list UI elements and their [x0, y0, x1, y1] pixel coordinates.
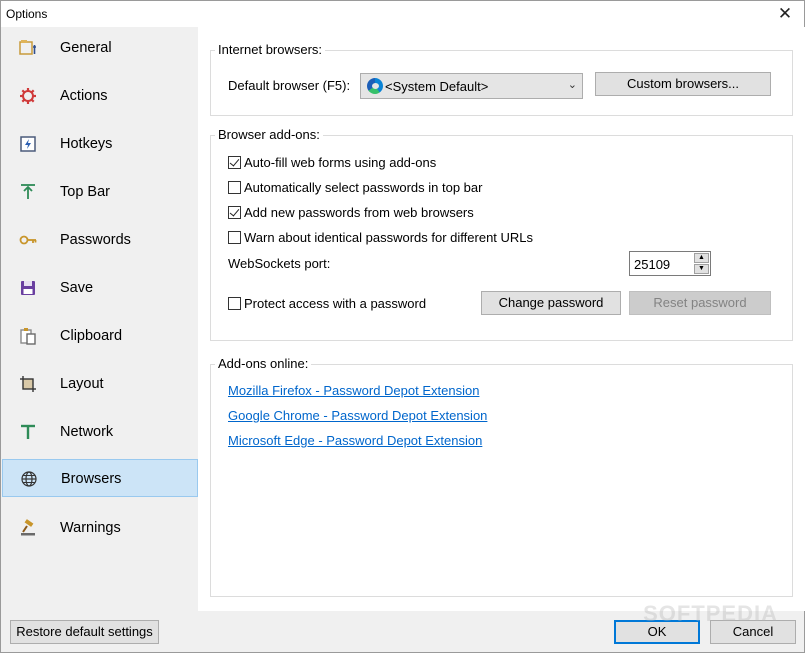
stepper-down-icon[interactable]: ▼: [694, 264, 709, 274]
chevron-down-icon: ⌄: [567, 79, 577, 91]
stepper-up-icon[interactable]: ▲: [694, 253, 709, 263]
edge-extension-link[interactable]: Microsoft Edge - Password Depot Extensio…: [228, 433, 482, 448]
sidebar-item-network[interactable]: Network: [2, 413, 198, 451]
auto-select-checkbox[interactable]: Automatically select passwords in top ba…: [228, 180, 482, 195]
addons-online-title: Add-ons online:: [215, 356, 312, 371]
network-icon: [18, 422, 38, 442]
top-bar-icon: [18, 182, 38, 202]
clipboard-icon: [18, 326, 38, 346]
port-stepper: ▲ ▼: [694, 253, 709, 274]
protect-access-label: Protect access with a password: [244, 296, 427, 311]
autofill-label: Auto-fill web forms using add-ons: [244, 155, 437, 170]
sidebar-item-layout[interactable]: Layout: [2, 365, 198, 403]
gear-icon: [18, 86, 38, 106]
sidebar-item-label: Actions: [60, 88, 108, 104]
edge-browser-icon: [367, 78, 383, 94]
sidebar-item-warnings[interactable]: Warnings: [2, 509, 198, 547]
title-bar: Options ✕: [1, 1, 804, 27]
gavel-icon: [18, 518, 38, 538]
checkbox-unchecked[interactable]: [228, 181, 241, 194]
sidebar-item-clipboard[interactable]: Clipboard: [2, 317, 198, 355]
custom-browsers-button[interactable]: Custom browsers...: [595, 72, 771, 96]
warn-identical-checkbox[interactable]: Warn about identical passwords for diffe…: [228, 230, 533, 245]
default-browser-label: Default browser (F5):: [228, 78, 351, 93]
softpedia-watermark: SOFTPEDIA: [643, 601, 778, 626]
default-browser-value: <System Default>: [385, 79, 489, 94]
auto-select-label: Automatically select passwords in top ba…: [244, 180, 483, 195]
sidebar-item-label: Top Bar: [60, 184, 110, 200]
restore-defaults-button[interactable]: Restore default settings: [10, 620, 159, 644]
sidebar-item-top-bar[interactable]: Top Bar: [2, 173, 198, 211]
window-title: Options: [6, 7, 48, 21]
layout-icon: [18, 374, 38, 394]
sidebar: General Actions Hotkeys Top Bar Password: [1, 27, 198, 611]
key-icon: [18, 230, 38, 250]
port-value: 25109: [634, 257, 671, 272]
protect-access-checkbox[interactable]: Protect access with a password: [228, 296, 426, 311]
sidebar-item-label: Hotkeys: [60, 136, 113, 152]
sidebar-item-label: Network: [60, 424, 114, 440]
add-passwords-label: Add new passwords from web browsers: [244, 205, 474, 220]
sidebar-item-passwords[interactable]: Passwords: [2, 221, 198, 259]
addons-online-group: [210, 364, 793, 597]
checkbox-unchecked[interactable]: [228, 297, 241, 310]
autofill-checkbox[interactable]: Auto-fill web forms using add-ons: [228, 155, 436, 170]
default-browser-select[interactable]: <System Default> ⌄: [360, 73, 583, 99]
checkbox-unchecked[interactable]: [228, 231, 241, 244]
globe-icon: [19, 469, 39, 489]
sidebar-item-label: Browsers: [61, 471, 122, 487]
reset-password-button[interactable]: Reset password: [629, 291, 771, 315]
sidebar-item-label: Passwords: [60, 232, 131, 248]
sidebar-item-actions[interactable]: Actions: [2, 77, 198, 115]
close-icon[interactable]: ✕: [774, 3, 796, 25]
checkbox-checked[interactable]: [228, 156, 241, 169]
checkbox-checked[interactable]: [228, 206, 241, 219]
sidebar-item-label: Warnings: [60, 520, 121, 536]
chrome-extension-link[interactable]: Google Chrome - Password Depot Extension: [228, 408, 487, 423]
sidebar-item-label: Clipboard: [60, 328, 123, 344]
firefox-extension-link[interactable]: Mozilla Firefox - Password Depot Extensi…: [228, 383, 479, 398]
sidebar-item-general[interactable]: General: [2, 29, 198, 67]
websockets-port-label: WebSockets port:: [228, 256, 331, 271]
options-window: Options ✕ General Actions Hotkeys Top Ba…: [0, 0, 805, 653]
sidebar-item-hotkeys[interactable]: Hotkeys: [2, 125, 198, 163]
general-icon: [18, 38, 38, 58]
sidebar-item-browsers[interactable]: Browsers: [2, 459, 198, 497]
websockets-port-input[interactable]: 25109 ▲ ▼: [629, 251, 711, 276]
sidebar-item-save[interactable]: Save: [2, 269, 198, 307]
browser-addons-title: Browser add-ons:: [215, 127, 323, 142]
internet-browsers-title: Internet browsers:: [215, 42, 326, 57]
sidebar-item-label: General: [60, 40, 112, 56]
hotkey-icon: [18, 134, 38, 154]
floppy-icon: [18, 278, 38, 298]
warn-identical-label: Warn about identical passwords for diffe…: [244, 230, 534, 245]
sidebar-item-label: Layout: [60, 376, 104, 392]
change-password-button[interactable]: Change password: [481, 291, 621, 315]
add-passwords-checkbox[interactable]: Add new passwords from web browsers: [228, 205, 474, 220]
sidebar-item-label: Save: [60, 280, 94, 296]
